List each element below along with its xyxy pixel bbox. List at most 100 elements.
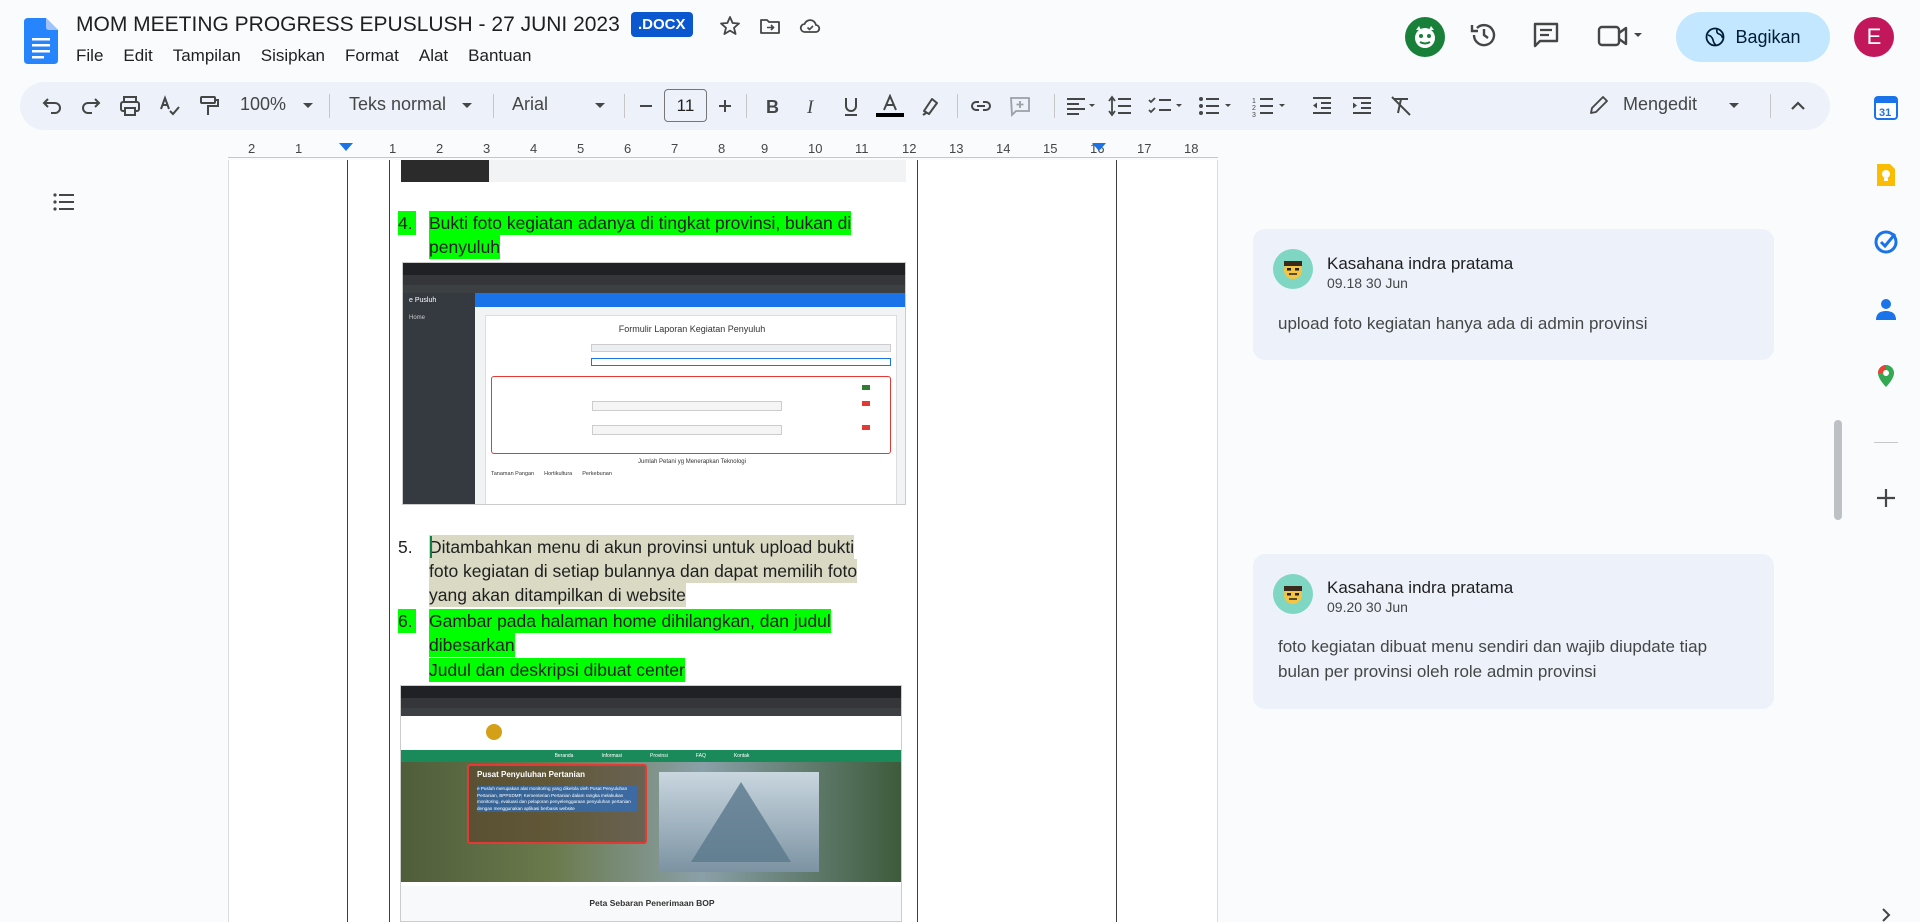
list-item-text[interactable]: Gambar pada halaman home dihilangkan, da…	[429, 609, 831, 633]
ruler-baseline	[228, 157, 1218, 158]
svg-text:1: 1	[1252, 98, 1256, 105]
svg-text:2: 2	[1252, 105, 1256, 112]
bulleted-list-icon[interactable]	[1197, 94, 1237, 118]
site-nav-item: Provinsi	[650, 753, 668, 759]
italic-icon[interactable]: I	[800, 94, 824, 118]
left-indent-marker[interactable]	[339, 143, 353, 151]
menu-insert[interactable]: Sisipkan	[261, 46, 325, 66]
redo-icon[interactable]	[79, 94, 103, 118]
app-name: e Pusluh	[409, 297, 437, 304]
zoom-select[interactable]: 100%	[240, 94, 286, 115]
menu-tools[interactable]: Alat	[419, 46, 448, 66]
checklist-icon[interactable]	[1147, 94, 1187, 118]
side-panel-divider	[1874, 442, 1898, 443]
extension-avatar-icon[interactable]	[1405, 17, 1445, 57]
list-number: 6.	[398, 609, 416, 633]
toolbar-divider	[957, 94, 958, 118]
editing-mode-select[interactable]: Mengedit	[1623, 94, 1697, 115]
undo-icon[interactable]	[40, 94, 64, 118]
add-comment-icon[interactable]	[1008, 94, 1032, 118]
ruler-number: 2	[248, 141, 256, 156]
spellcheck-icon[interactable]	[158, 94, 182, 118]
paragraph-style-select[interactable]: Teks normal	[349, 94, 446, 115]
mode-caret-icon	[1729, 103, 1739, 108]
list-item-text[interactable]: Judul dan deskripsi dibuat center	[429, 658, 685, 682]
list-item-text[interactable]: Bukti foto kegiatan adanya di tingkat pr…	[429, 211, 852, 235]
menu-edit[interactable]: Edit	[123, 46, 152, 66]
site-nav-item: Beranda	[554, 753, 574, 759]
calendar-icon[interactable]: 31	[1873, 95, 1899, 121]
menu-view[interactable]: Tampilan	[173, 46, 241, 66]
decrease-font-size-icon[interactable]	[636, 94, 656, 118]
highlight-color-icon[interactable]	[919, 94, 943, 118]
clear-formatting-icon[interactable]	[1389, 94, 1413, 118]
collapse-panel-chevron-icon[interactable]	[1873, 902, 1899, 922]
menu-help[interactable]: Bantuan	[468, 46, 531, 66]
list-item-text[interactable]: foto kegiatan di setiap bulannya dan dap…	[429, 559, 858, 583]
hide-menus-chevron-up-icon[interactable]	[1786, 94, 1810, 118]
version-history-icon[interactable]	[1468, 19, 1500, 51]
ruler-number: 4	[530, 141, 538, 156]
underline-icon[interactable]	[839, 94, 863, 118]
star-icon[interactable]	[718, 14, 742, 38]
comment-card[interactable]: Kasahana indra pratama 09.18 30 Jun uplo…	[1253, 229, 1774, 360]
maps-icon[interactable]	[1873, 363, 1899, 389]
hero-text: e Pusluh merupakan alat monitoring yang …	[477, 786, 637, 812]
account-avatar[interactable]: E	[1854, 17, 1894, 57]
align-left-icon[interactable]	[1064, 94, 1098, 118]
toolbar-divider	[746, 94, 747, 118]
font-caret-icon	[595, 103, 605, 108]
line-spacing-icon[interactable]	[1107, 94, 1133, 118]
ruler-number: 12	[902, 141, 917, 156]
list-item-text[interactable]: penyuluh	[429, 235, 501, 259]
menu-format[interactable]: Format	[345, 46, 399, 66]
site-nav-item: Kontak	[733, 753, 750, 759]
paint-format-icon[interactable]	[197, 94, 221, 118]
document-title[interactable]: MOM MEETING PROGRESS EPUSLUSH - 27 JUNI …	[76, 13, 620, 37]
cloud-saved-icon[interactable]	[798, 14, 822, 38]
bold-icon[interactable]: B	[760, 94, 784, 118]
horizontal-ruler[interactable]: 2 1 1 2 3 4 5 6 7 8 9 10 11 12 13 14 15 …	[228, 140, 1218, 160]
comment-card[interactable]: Kasahana indra pratama 09.20 30 Jun foto…	[1253, 554, 1774, 709]
ruler-number: 1	[389, 141, 397, 156]
keep-icon[interactable]	[1873, 162, 1899, 188]
embedded-screenshot-homepage[interactable]: Beranda Informasi Provinsi FAQ Kontak Pu…	[400, 685, 902, 922]
decrease-indent-icon[interactable]	[1310, 94, 1334, 118]
comments-icon[interactable]	[1530, 19, 1562, 51]
text-color-icon[interactable]	[875, 94, 905, 118]
font-size-input[interactable]: 11	[664, 89, 707, 122]
tasks-icon[interactable]	[1873, 229, 1899, 255]
meet-call-icon[interactable]	[1596, 20, 1646, 52]
svg-text:31: 31	[1879, 107, 1891, 119]
menu-file[interactable]: File	[76, 46, 103, 66]
form-title: Formulir Laporan Kegiatan Penyuluh	[618, 324, 766, 334]
insert-link-icon[interactable]	[969, 94, 993, 118]
add-addon-icon[interactable]	[1873, 485, 1899, 511]
list-item-text[interactable]: yang akan ditampilkan di website	[429, 583, 686, 607]
move-folder-icon[interactable]	[758, 14, 782, 38]
list-item-text[interactable]: dibesarkan	[429, 633, 515, 657]
numbered-list-icon[interactable]: 1 2 3	[1251, 94, 1291, 118]
increase-font-size-icon[interactable]	[715, 94, 735, 118]
form-tab: Hortikultura	[544, 471, 573, 477]
previous-screenshot-fragment	[401, 160, 906, 182]
file-type-badge: .DOCX	[631, 12, 693, 37]
ruler-number: 1	[295, 141, 303, 156]
share-button[interactable]: Bagikan	[1676, 12, 1830, 62]
table-border-right	[1116, 160, 1117, 922]
form-tab: Tanaman Pangan	[491, 471, 535, 477]
increase-indent-icon[interactable]	[1350, 94, 1374, 118]
comment-author: Kasahana indra pratama	[1327, 578, 1514, 597]
map-caption: Peta Sebaran Penerimaan BOP	[589, 898, 715, 908]
svg-text:3: 3	[1252, 112, 1256, 118]
vertical-scrollbar[interactable]	[1834, 420, 1842, 520]
document-outline-icon[interactable]	[52, 190, 76, 214]
table-border-inner-right	[917, 160, 918, 922]
contacts-icon[interactable]	[1873, 296, 1899, 322]
embedded-screenshot-admin-form[interactable]: e Pusluh Home Formulir Laporan Kegiatan …	[402, 262, 906, 505]
font-select[interactable]: Arial	[512, 94, 548, 115]
right-indent-marker[interactable]	[1092, 143, 1106, 151]
list-item-text[interactable]: Ditambahkan menu di akun provinsi untuk …	[429, 535, 855, 559]
print-icon[interactable]	[118, 94, 142, 118]
docs-logo-icon[interactable]	[24, 18, 58, 64]
